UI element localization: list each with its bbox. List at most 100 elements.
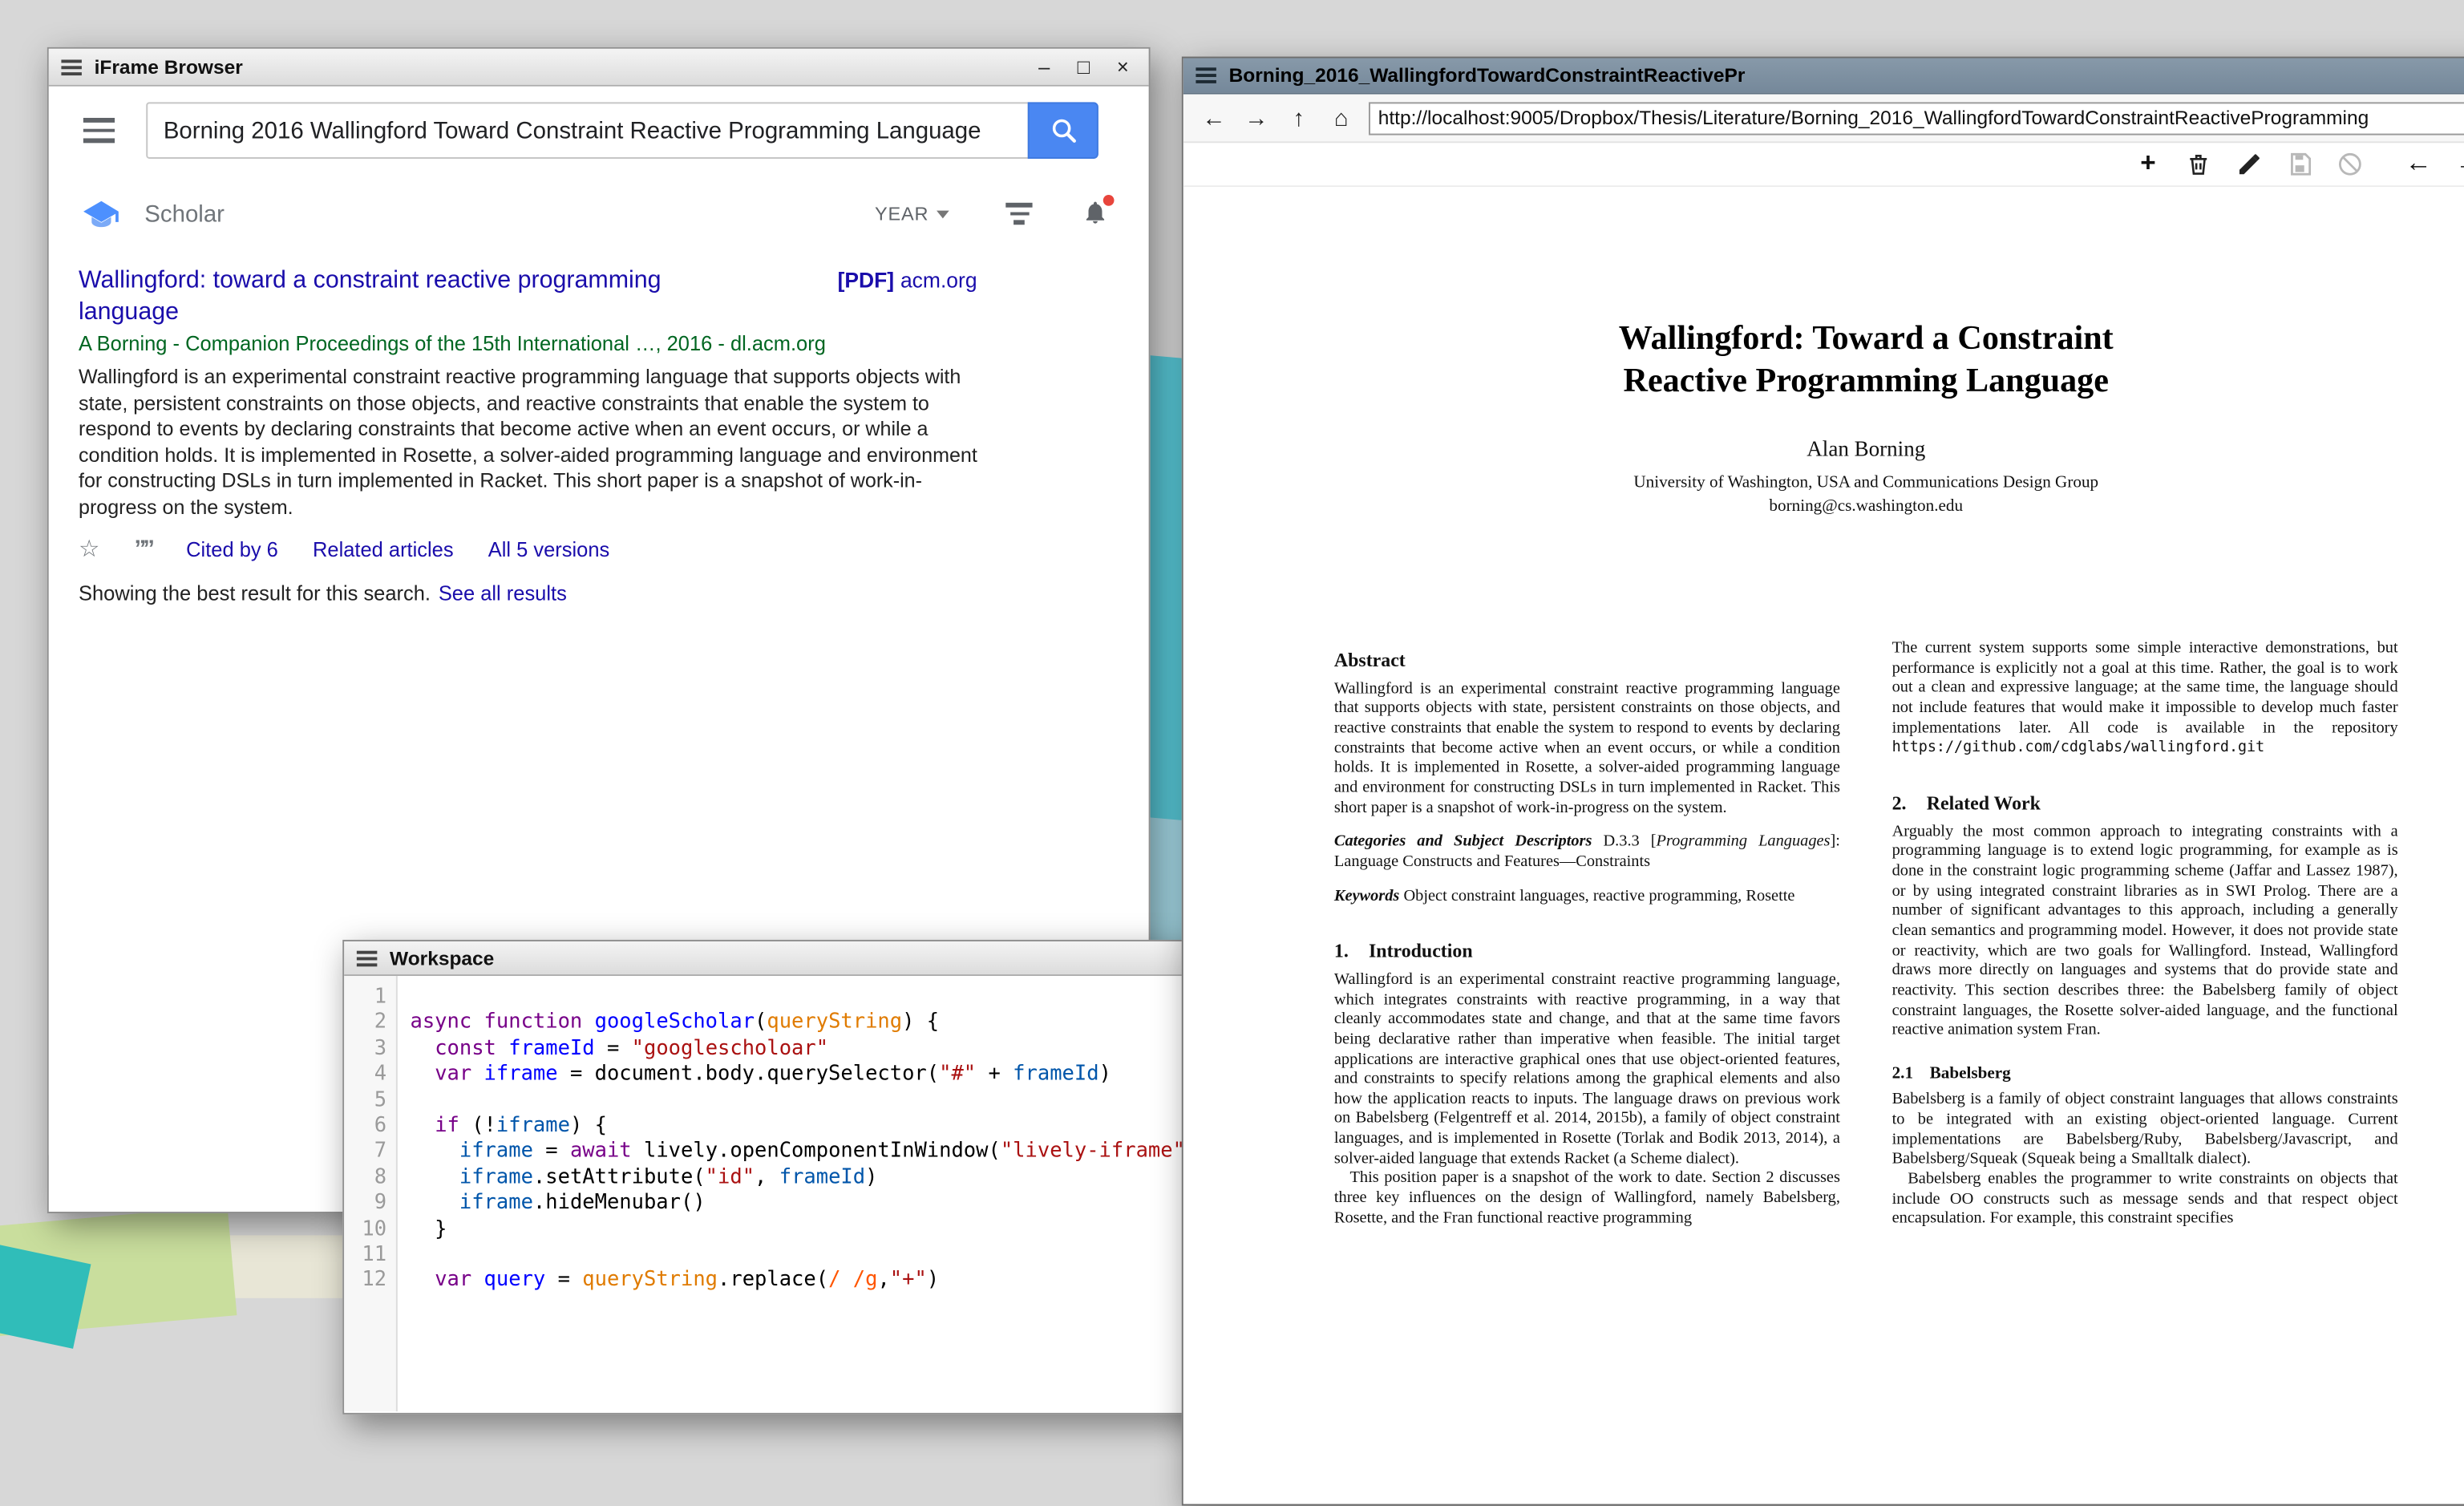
code-token [411, 1037, 435, 1060]
code-token: queryString [582, 1269, 718, 1292]
code-token: ) { [902, 1011, 939, 1034]
window-title: iFrame Browser [95, 56, 243, 78]
cite-icon[interactable]: ”” [134, 535, 152, 561]
cited-by-link[interactable]: Cited by 6 [186, 536, 278, 560]
browser-titlebar[interactable]: iFrame Browser – □ × [49, 49, 1149, 87]
trash-icon [2186, 150, 2211, 176]
window-title: Workspace [390, 947, 494, 969]
line-number: 10 [344, 1217, 386, 1243]
section-number: 2.1 [1892, 1063, 1930, 1083]
section-number: 1. [1334, 941, 1369, 961]
code-token: ) [927, 1269, 939, 1292]
code-line: if (!iframe) { [411, 1115, 1224, 1140]
paper-title: Wallingford: Toward a Constraint Reactiv… [1334, 318, 2398, 403]
delete-button[interactable] [2181, 146, 2215, 180]
code-token: .hideMenubar() [533, 1192, 706, 1215]
pdf-page[interactable]: Wallingford: Toward a Constraint Reactiv… [1183, 187, 2464, 1504]
window-menu-icon[interactable] [357, 950, 377, 966]
code-line: iframe.setAttribute("id", frameId) [411, 1166, 1224, 1192]
paper: Wallingford: Toward a Constraint Reactiv… [1334, 187, 2398, 1230]
code-token: } [411, 1217, 447, 1241]
cancel-button[interactable] [2332, 146, 2366, 180]
workspace-titlebar[interactable]: Workspace [344, 941, 1224, 976]
scholar-header: Scholar YEAR [49, 190, 1149, 237]
search-result: Wallingford: toward a constraint reactiv… [79, 265, 1100, 605]
pdf-source-link[interactable]: acm.org [900, 269, 977, 292]
page-forward-button[interactable]: → [2451, 146, 2464, 180]
versions-link[interactable]: All 5 versions [488, 536, 610, 560]
paper-title-line2: Reactive Programming Language [1334, 360, 2398, 403]
text-run: Babelsberg is a family of object constra… [1892, 1091, 2398, 1168]
page-back-button[interactable]: ← [2401, 146, 2436, 180]
line-number: 2 [344, 1011, 386, 1037]
add-button[interactable]: + [2130, 146, 2165, 180]
section-title: Introduction [1369, 940, 1473, 961]
paper-paragraph: The current system supports some simple … [1892, 640, 2398, 759]
related-articles-link[interactable]: Related articles [313, 536, 454, 560]
line-number: 5 [344, 1088, 386, 1114]
pdf-link[interactable]: [PDF]acm.org [838, 269, 977, 292]
minimize-button[interactable]: – [1031, 57, 1058, 77]
code-line [411, 1088, 1224, 1114]
line-number: 9 [344, 1192, 386, 1217]
code-token: .setAttribute( [533, 1166, 706, 1189]
code-token: frameId [779, 1166, 865, 1189]
year-filter[interactable]: YEAR [875, 203, 949, 225]
code-token: var [435, 1063, 483, 1086]
results-footer-text: Showing the best result for this search. [79, 581, 431, 605]
close-button[interactable]: × [1110, 57, 1136, 77]
code-token: = [533, 1140, 570, 1164]
scholar-menu-icon[interactable] [83, 118, 115, 146]
code-token [411, 1063, 435, 1086]
result-title-link[interactable]: Wallingford: toward a constraint reactiv… [79, 265, 738, 326]
code-token: / /g [828, 1269, 877, 1292]
window-menu-icon[interactable] [61, 59, 81, 75]
code-token: (! [459, 1115, 496, 1138]
code-token: "#" [939, 1063, 976, 1086]
see-all-results-link[interactable]: See all results [439, 581, 567, 605]
code-token: iframe [459, 1140, 533, 1164]
paper-affiliation: University of Washington, USA and Commun… [1334, 473, 2398, 492]
line-number: 8 [344, 1166, 386, 1192]
floppy-icon [2286, 150, 2312, 176]
code-token [411, 1269, 435, 1292]
year-filter-label: YEAR [875, 203, 929, 225]
nav-up-button[interactable]: ↑ [1277, 104, 1320, 131]
search-button[interactable] [1028, 102, 1098, 159]
save-button[interactable] [2282, 146, 2316, 180]
code-token [411, 1166, 459, 1189]
paper-column-right: The current system supports some simple … [1892, 616, 2398, 1230]
nav-forward-button[interactable]: → [1235, 104, 1277, 131]
code-token: iframe [496, 1115, 570, 1138]
code-token: = [595, 1037, 632, 1060]
filter-icon[interactable] [1005, 204, 1032, 225]
desktop: iFrame Browser – □ × Scholar [0, 0, 2464, 1292]
nav-back-button[interactable]: ← [1192, 104, 1235, 131]
window-title: Borning_2016_WallingfordTowardConstraint… [1229, 64, 1746, 86]
code-token: iframe [484, 1063, 558, 1086]
text-run: Wallingford is an experimental constrain… [1334, 971, 1840, 1168]
notifications-bell-icon[interactable] [1082, 200, 1111, 228]
code-token: "id" [706, 1166, 755, 1189]
save-star-icon[interactable]: ☆ [79, 534, 99, 562]
nav-home-button[interactable]: ⌂ [1320, 104, 1362, 131]
url-input[interactable] [1369, 101, 2464, 134]
result-snippet: Wallingford is an experimental constrain… [79, 365, 997, 520]
code-token: = document.body.querySelector( [558, 1063, 940, 1086]
code-area[interactable]: async function googleScholar(queryString… [398, 976, 1224, 1411]
window-menu-icon[interactable] [1196, 67, 1216, 83]
paper-paragraph: Categories and Subject Descriptors D.3.3… [1334, 833, 1840, 873]
code-line: iframe = await lively.openComponentInWin… [411, 1140, 1224, 1166]
code-token: if [435, 1115, 459, 1138]
maximize-button[interactable]: □ [1070, 57, 1097, 77]
code-token: async [411, 1011, 484, 1034]
code-token: googleScholar [595, 1011, 755, 1034]
pdf-titlebar[interactable]: Borning_2016_WallingfordTowardConstraint… [1183, 59, 2464, 95]
line-number: 3 [344, 1037, 386, 1063]
notification-dot [1103, 195, 1115, 206]
pdf-action-buttons: + [2130, 146, 2464, 180]
paper-paragraph: Keywords Object constraint languages, re… [1334, 887, 1840, 907]
search-input[interactable] [146, 102, 1029, 159]
code-line: var iframe = document.body.querySelector… [411, 1063, 1224, 1088]
edit-button[interactable] [2231, 146, 2266, 180]
